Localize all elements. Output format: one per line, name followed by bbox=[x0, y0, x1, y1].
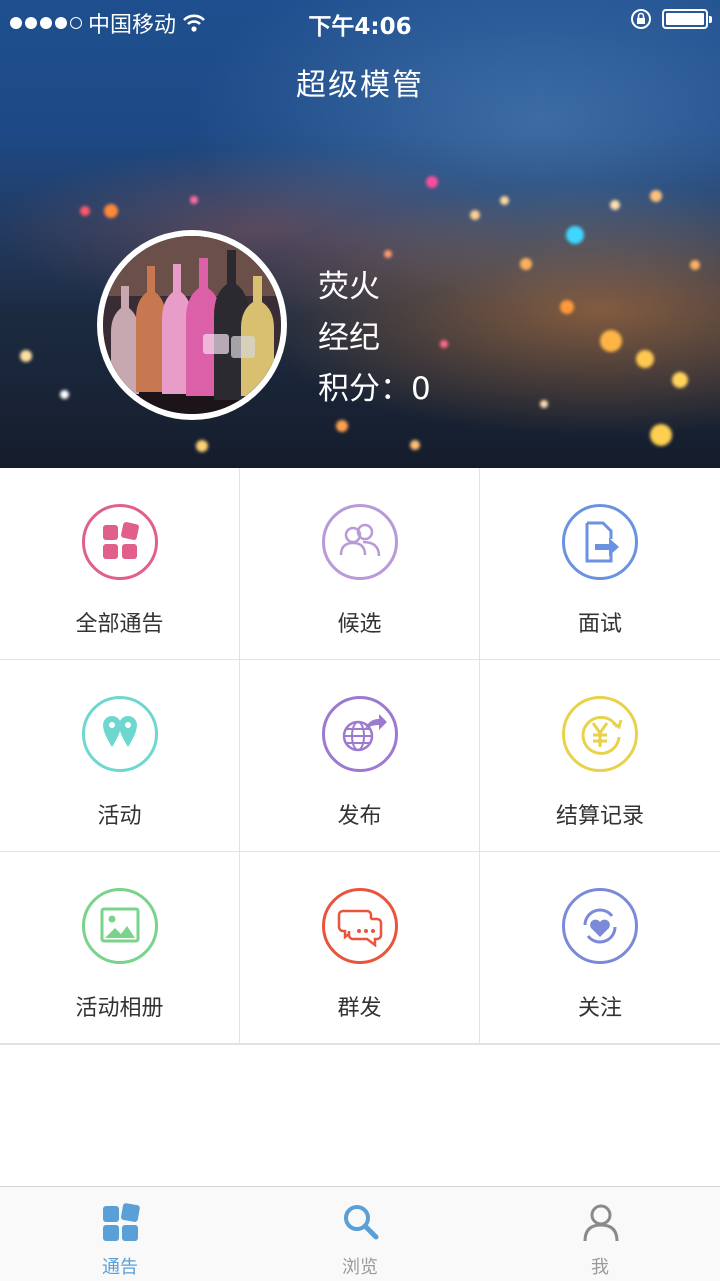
menu-label: 全部通告 bbox=[75, 612, 164, 637]
avatar[interactable] bbox=[97, 230, 287, 420]
menu-item-activity-album[interactable]: 活动相册 bbox=[0, 852, 240, 1044]
battery-icon bbox=[662, 9, 712, 29]
tab-notices[interactable]: 通告 bbox=[0, 1187, 240, 1281]
profile-header: 中国移动 下午4:06 超级模管 荧火 经纪 积分：0 bbox=[0, 0, 720, 468]
menu-item-group-send[interactable]: 群发 bbox=[240, 852, 480, 1044]
menu-item-interview[interactable]: 面试 bbox=[480, 468, 720, 660]
heart-circle-icon bbox=[562, 888, 638, 964]
apps-icon bbox=[82, 504, 158, 580]
menu-grid: 全部通告 候选 面试 活动 发布 结算记录 活动相册 群发 关注 bbox=[0, 468, 720, 1045]
menu-item-follow[interactable]: 关注 bbox=[480, 852, 720, 1044]
search-icon bbox=[344, 1205, 379, 1240]
picture-icon bbox=[82, 888, 158, 964]
page-title: 超级模管 bbox=[296, 68, 424, 103]
tab-me[interactable]: 我 bbox=[480, 1187, 720, 1281]
menu-label: 群发 bbox=[337, 996, 382, 1021]
grid-icon bbox=[103, 1203, 140, 1241]
rotation-lock-icon bbox=[631, 9, 651, 29]
menu-label: 发布 bbox=[337, 804, 382, 829]
user-icon bbox=[583, 1204, 619, 1242]
menu-item-settlement-records[interactable]: 结算记录 bbox=[480, 660, 720, 852]
menu-label: 关注 bbox=[577, 996, 622, 1021]
globe-share-icon bbox=[322, 696, 398, 772]
status-time: 下午4:06 bbox=[308, 14, 412, 40]
tab-label: 我 bbox=[591, 1257, 609, 1278]
bottom-tab-bar: 通告 浏览 我 bbox=[0, 1186, 720, 1281]
status-bar: 中国移动 下午4:06 bbox=[0, 0, 720, 40]
tab-browse[interactable]: 浏览 bbox=[240, 1187, 480, 1281]
users-icon bbox=[322, 504, 398, 580]
menu-label: 面试 bbox=[577, 612, 622, 637]
yen-coin-icon bbox=[562, 696, 638, 772]
tab-label: 浏览 bbox=[342, 1257, 378, 1278]
user-role: 经纪 bbox=[318, 320, 380, 356]
menu-label: 活动相册 bbox=[75, 996, 164, 1021]
menu-label: 候选 bbox=[337, 612, 382, 637]
doc-export-icon bbox=[562, 504, 638, 580]
menu-item-candidates[interactable]: 候选 bbox=[240, 468, 480, 660]
avatar-photo bbox=[103, 236, 281, 414]
chat-bubbles-icon bbox=[322, 888, 398, 964]
menu-item-activities[interactable]: 活动 bbox=[0, 660, 240, 852]
points-value: 0 bbox=[411, 371, 431, 407]
user-info: 荧火 经纪 积分：0 bbox=[318, 262, 431, 415]
menu-item-publish[interactable]: 发布 bbox=[240, 660, 480, 852]
menu-label: 结算记录 bbox=[555, 804, 644, 829]
location-pins-icon bbox=[82, 696, 158, 772]
menu-item-all-notices[interactable]: 全部通告 bbox=[0, 468, 240, 660]
points-label: 积分： bbox=[318, 371, 411, 407]
tab-label: 通告 bbox=[102, 1257, 138, 1278]
user-points: 积分：0 bbox=[318, 364, 431, 415]
user-name: 荧火 bbox=[318, 269, 380, 305]
menu-label: 活动 bbox=[97, 804, 142, 829]
